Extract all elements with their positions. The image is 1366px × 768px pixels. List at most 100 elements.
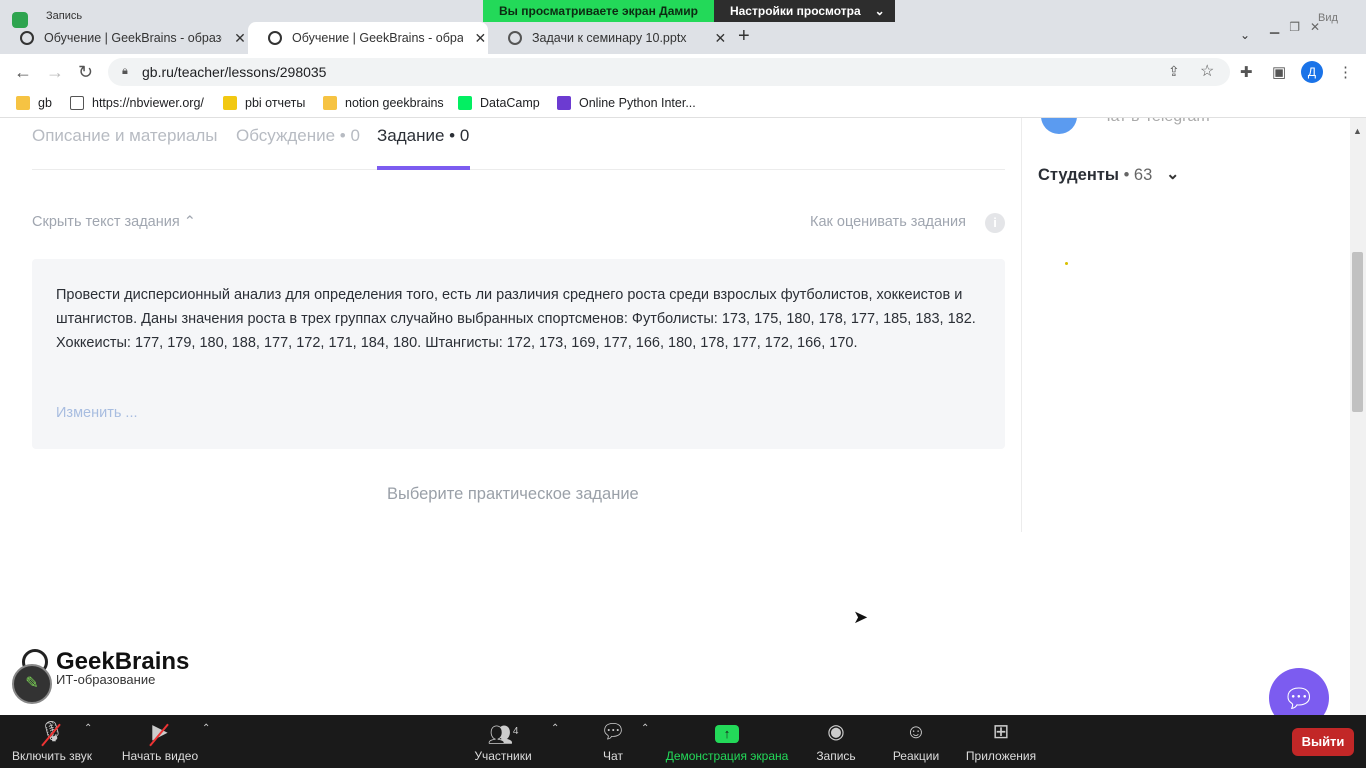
window-controls: ▁ ❐ ✕ — [1270, 20, 1320, 34]
extensions-puzzle-icon[interactable]: ✚ — [1240, 63, 1253, 81]
forward-arrow-icon[interactable]: → — [46, 62, 64, 83]
bookmark-pbi[interactable]: pbi отчеты — [223, 96, 305, 110]
chevron-up-icon: ⌃ — [183, 214, 196, 230]
participants-count: 4 — [512, 726, 519, 737]
unmute-label: Включить звук — [11, 749, 93, 763]
chat-button[interactable]: 💬︎ Чат — [596, 719, 630, 763]
support-chat-icon[interactable]: 💬︎ — [1269, 668, 1329, 715]
geekbrains-favicon-icon — [268, 31, 282, 45]
how-to-grade-link[interactable]: Как оценивать задания — [810, 214, 966, 230]
record-label: Запись — [816, 749, 856, 763]
browser-tab-2[interactable]: Обучение | GeekBrains - образо ✕ — [248, 22, 488, 54]
reload-icon[interactable]: ↻ — [78, 62, 93, 83]
choose-practice-task-prompt[interactable]: Выберите практическое задание — [387, 485, 639, 504]
side-panel-icon[interactable]: ▣ — [1272, 63, 1286, 81]
zoom-viewing-banner: Вы просматриваете экран Дамир Настройки … — [483, 0, 895, 22]
tab-description[interactable]: Описание и материалы — [32, 126, 218, 146]
unmute-button[interactable]: 🎙︎ Включить звук — [10, 719, 94, 763]
bookmark-datacamp[interactable]: DataCamp — [458, 96, 540, 110]
page-content: Чат в Telegram Описание и материалы Обсу… — [0, 118, 1366, 715]
video-options-caret-icon[interactable]: ⌃ — [202, 723, 210, 734]
back-arrow-icon[interactable]: ← — [14, 62, 32, 83]
view-options-label: Настройки просмотра — [729, 4, 861, 18]
browser-toolbar: ← → ↻ 🔒︎ gb.ru/teacher/lessons/298035 ⇪ … — [0, 54, 1366, 90]
new-tab-button[interactable]: + — [738, 25, 750, 48]
tab-search-chevron-icon[interactable]: ⌄ — [1240, 28, 1250, 42]
profile-avatar[interactable]: Д — [1301, 61, 1323, 83]
share-icon[interactable]: ⇪ — [1168, 63, 1180, 80]
minimize-icon[interactable]: ▁ — [1270, 20, 1279, 34]
share-screen-label: Демонстрация экрана — [665, 749, 789, 763]
exit-button[interactable]: Выйти — [1292, 728, 1354, 756]
datacamp-icon — [458, 96, 472, 110]
bookmark-gb[interactable]: gb — [16, 96, 52, 110]
active-tab-indicator — [377, 166, 470, 170]
start-video-label: Начать видео — [121, 749, 199, 763]
python-icon — [557, 96, 571, 110]
task-text: Провести дисперсионный анализ для опреде… — [56, 287, 976, 351]
pbi-icon — [223, 96, 237, 110]
students-label: Студенты — [1038, 166, 1119, 184]
geekbrains-favicon-icon — [20, 31, 34, 45]
bookmark-label: https://nbviewer.org/ — [92, 96, 204, 110]
telegram-icon[interactable] — [1041, 118, 1077, 134]
task-description-box: Провести дисперсионный анализ для опреде… — [32, 259, 1005, 449]
tab-assignment[interactable]: Задание • 0 — [377, 126, 469, 146]
hide-task-text-toggle[interactable]: Скрыть текст задания ⌃ — [32, 214, 196, 230]
edit-task-link[interactable]: Изменить ... — [56, 405, 138, 421]
bookmark-nbviewer[interactable]: https://nbviewer.org/ — [70, 96, 204, 110]
view-options-button[interactable]: Настройки просмотра ⌄ — [713, 0, 895, 22]
apps-grid-icon: ⊞ — [992, 721, 1010, 743]
close-icon[interactable]: ✕ — [713, 30, 728, 47]
browser-tab-1[interactable]: Обучение | GeekBrains - образо ✕ — [0, 22, 248, 54]
audio-options-caret-icon[interactable]: ⌃ — [84, 723, 92, 734]
bookmark-label: DataCamp — [480, 96, 540, 110]
tab-title: Обучение | GeekBrains - образо — [292, 31, 463, 45]
globe-icon — [508, 31, 522, 45]
restore-icon[interactable]: ❐ — [1289, 20, 1300, 34]
tab-title: Задачи к семинару 10.pptx — [532, 31, 687, 45]
telegram-link[interactable]: Чат в Telegram — [1100, 118, 1210, 126]
start-video-button[interactable]: ▶︎ Начать видео — [120, 719, 200, 763]
view-label[interactable]: Вид — [1318, 12, 1338, 24]
more-menu-icon[interactable]: ⋮ — [1338, 63, 1353, 81]
browser-tab-3[interactable]: Задачи к семинару 10.pptx ✕ — [488, 22, 728, 54]
students-header[interactable]: Студенты • 63 ⌄ — [1038, 166, 1179, 185]
chat-caret-icon[interactable]: ⌃ — [641, 723, 649, 734]
students-count: • 63 — [1123, 166, 1153, 184]
scrollbar[interactable] — [1350, 118, 1366, 715]
bookmark-star-icon[interactable]: ☆ — [1200, 61, 1214, 81]
reactions-label: Реакции — [892, 749, 940, 763]
record-button[interactable]: ◉ Запись — [812, 719, 860, 763]
close-icon[interactable]: ✕ — [232, 30, 248, 47]
zoom-control-bar: 🎙︎ Включить звук ⌃ ▶︎ Начать видео ⌃ 👥︎4… — [0, 715, 1366, 768]
chat-label: Чат — [603, 749, 623, 763]
annotate-pencil-icon[interactable]: ✎ — [12, 664, 52, 704]
reactions-button[interactable]: ☺︎ Реакции — [888, 719, 944, 763]
record-icon: ◉ — [827, 721, 845, 743]
bookmark-label: pbi отчеты — [245, 96, 306, 110]
participants-button[interactable]: 👥︎4 Участники — [472, 719, 534, 763]
column-divider — [1021, 118, 1022, 532]
brand-tagline: ИТ-образование — [56, 672, 156, 687]
participants-caret-icon[interactable]: ⌃ — [551, 723, 559, 734]
close-icon[interactable]: ✕ — [473, 30, 488, 47]
url-text[interactable]: gb.ru/teacher/lessons/298035 — [142, 64, 326, 80]
share-screen-button[interactable]: ↑ Демонстрация экрана — [664, 719, 790, 763]
scrollbar-thumb[interactable] — [1352, 252, 1363, 412]
participants-label: Участники — [474, 749, 532, 763]
apps-button[interactable]: ⊞ Приложения — [964, 719, 1038, 763]
scroll-up-arrow-icon[interactable]: ▲ — [1353, 126, 1362, 136]
address-bar[interactable]: 🔒︎ gb.ru/teacher/lessons/298035 ⇪ ☆ — [108, 58, 1230, 86]
bookmark-label: Online Python Inter... — [579, 96, 696, 110]
bookmark-notion[interactable]: notion geekbrains — [323, 96, 444, 110]
loading-dot — [1065, 262, 1068, 265]
tab-discussion[interactable]: Обсуждение • 0 — [236, 126, 360, 146]
bookmark-python[interactable]: Online Python Inter... — [557, 96, 696, 110]
info-icon[interactable]: i — [985, 213, 1005, 233]
hide-task-text-label: Скрыть текст задания — [32, 214, 180, 230]
bookmarks-bar: gb https://nbviewer.org/ pbi отчеты noti… — [0, 90, 1366, 118]
share-screen-icon: ↑ — [664, 719, 790, 745]
bookmark-label: gb — [38, 96, 52, 110]
mouse-cursor-icon: ➤ — [853, 607, 869, 627]
